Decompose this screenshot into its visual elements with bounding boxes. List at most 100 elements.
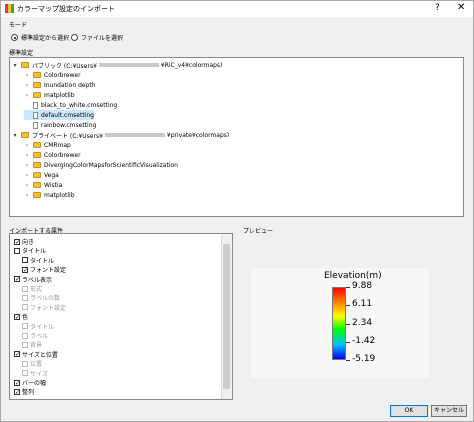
tree-item-label: CMRmap <box>44 141 71 149</box>
attribute-checkbox[interactable] <box>14 351 20 358</box>
chevron-down-icon[interactable]: ▾ <box>12 132 18 139</box>
tree-folder-item[interactable]: › Inundation depth <box>24 80 96 90</box>
tree-file-item[interactable]: default.cmsetting <box>24 110 94 120</box>
attribute-item[interactable]: ラベル表示 <box>14 275 52 284</box>
tree-item-label: Colorbrewer <box>44 71 81 79</box>
tree-folder-item[interactable]: › DivergingColorMapsforScientificVisualiz… <box>24 160 178 170</box>
tree-item-label: Wistia <box>44 181 63 189</box>
colorbar-tick <box>346 323 350 325</box>
tree-folder-item[interactable]: › matplotlib <box>24 190 75 200</box>
attribute-checkbox[interactable] <box>14 379 20 386</box>
radio-file-indicator[interactable] <box>71 34 78 41</box>
chevron-right-icon[interactable]: › <box>24 162 30 169</box>
tree-folder-item[interactable]: › matplotlib <box>24 90 75 100</box>
ok-button[interactable]: OK <box>390 405 428 417</box>
attribute-checkbox[interactable] <box>22 257 28 264</box>
folder-icon <box>21 62 29 68</box>
attribute-checkbox[interactable] <box>14 238 20 245</box>
attributes-list[interactable]: 向きタイトルタイトルフォント設定ラベル表示形式ラベルの数フォント設定色タイトルラ… <box>9 233 233 400</box>
attribute-item: 背景 <box>22 340 42 349</box>
tree-root-label: プライベート (C:¥Users¥ <box>32 132 103 140</box>
attribute-item[interactable]: バーの幅 <box>14 378 46 387</box>
chevron-right-icon[interactable]: › <box>24 92 30 99</box>
attribute-checkbox <box>22 370 28 377</box>
chevron-right-icon[interactable]: › <box>24 82 30 89</box>
tree-folder-item[interactable]: › Colorbrewer <box>24 150 81 160</box>
attribute-item: フォント設定 <box>22 303 66 312</box>
attribute-item[interactable]: 向き <box>14 237 34 246</box>
help-button[interactable]: ? <box>435 3 440 13</box>
colorbar-tick <box>346 287 350 288</box>
colorbar-tick <box>346 360 350 361</box>
attribute-item[interactable]: 色 <box>14 312 28 321</box>
attribute-label: ラベルの数 <box>30 295 61 303</box>
attribute-item[interactable]: 整列 <box>14 387 34 396</box>
attribute-item: タイトル <box>22 322 54 331</box>
attribute-checkbox <box>22 323 28 330</box>
tree-root-private[interactable]: ▾ プライベート (C:¥Users¥ ¥private¥colormaps) <box>12 130 229 140</box>
tree-root-label: パブリック (C:¥Users¥ <box>32 62 97 70</box>
close-button[interactable]: ✕ <box>457 2 465 13</box>
tree-folder-item[interactable]: › Colorbrewer <box>24 70 81 80</box>
attribute-item[interactable]: タイトル <box>22 256 54 265</box>
tree-item-label: Vega <box>44 171 59 179</box>
colorbar <box>332 287 346 360</box>
folder-icon <box>33 162 41 168</box>
attribute-label: サイズと位置 <box>22 351 58 359</box>
attribute-checkbox <box>22 285 28 292</box>
tree-item-label: matplotlib <box>44 91 75 99</box>
radio-file[interactable]: ファイルを選択 <box>71 33 123 42</box>
tree-folder-item[interactable]: › CMRmap <box>24 140 71 150</box>
attribute-checkbox <box>22 304 28 311</box>
chevron-down-icon[interactable]: ▾ <box>12 62 18 69</box>
redacted-username <box>104 133 165 137</box>
tree-file-item[interactable]: black_to_white.cmsetting <box>24 100 117 110</box>
chevron-right-icon[interactable]: › <box>24 72 30 79</box>
attribute-item[interactable]: フォント設定 <box>22 265 66 274</box>
tree-folder-item[interactable]: › Vega <box>24 170 59 180</box>
attribute-item[interactable]: タイトル <box>14 246 46 255</box>
attribute-item[interactable]: サイズと位置 <box>14 350 58 359</box>
colorbar-tick <box>346 305 350 307</box>
folder-icon <box>33 92 41 98</box>
attribute-label: タイトル <box>30 323 55 331</box>
tree-item-label: rainbow.cmsetting <box>41 121 97 129</box>
chevron-right-icon[interactable]: › <box>24 152 30 159</box>
attribute-label: ラベル表示 <box>22 276 53 284</box>
colorbar-tick-label: 9.88 <box>352 281 373 291</box>
folder-icon <box>33 172 41 178</box>
radio-standard-label: 標準設定から選択 <box>21 35 70 42</box>
tree-root-path: ¥private¥colormaps) <box>166 131 230 139</box>
legend-title: Elevation(m) <box>324 271 382 281</box>
colorbar-tick-label: 2.34 <box>352 317 373 328</box>
chevron-right-icon[interactable]: › <box>24 142 30 149</box>
attribute-checkbox[interactable] <box>14 276 20 283</box>
tree-root-public[interactable]: ▾ パブリック (C:¥Users¥ ¥RiC_v4¥colormaps) <box>12 60 222 70</box>
radio-standard[interactable]: 標準設定から選択 <box>11 33 69 42</box>
attribute-item: サイズ <box>22 369 48 378</box>
folder-icon <box>21 132 29 138</box>
colormap-tree[interactable]: ▾ パブリック (C:¥Users¥ ¥RiC_v4¥colormaps) › Colo… <box>9 57 464 217</box>
chevron-right-icon[interactable]: › <box>24 182 30 189</box>
attribute-label: サイズ <box>30 370 48 378</box>
tree-item-label: matplotlib <box>44 191 75 199</box>
chevron-right-icon[interactable]: › <box>24 172 30 179</box>
radio-standard-indicator[interactable] <box>11 34 18 41</box>
attribute-checkbox[interactable] <box>14 388 20 395</box>
attribute-label: タイトル <box>30 257 55 265</box>
tree-folder-item[interactable]: › Wistia <box>24 180 63 190</box>
attribute-checkbox[interactable] <box>14 313 20 320</box>
cancel-button[interactable]: キャンセル <box>431 405 467 417</box>
tree-root-path: ¥RiC_v4¥colormaps) <box>160 61 223 69</box>
tree-file-item[interactable]: rainbow.cmsetting <box>24 120 96 130</box>
tree-item-label: Inundation depth <box>44 81 96 89</box>
attribute-label: 向き <box>22 239 35 246</box>
chevron-right-icon[interactable]: › <box>24 192 30 199</box>
file-icon <box>33 121 38 129</box>
attribute-label: フォント設定 <box>30 304 67 312</box>
attributes-scroll-thumb[interactable] <box>223 244 230 389</box>
attribute-checkbox[interactable] <box>22 266 28 273</box>
tree-item-label: DivergingColorMapsforScientificVisualiza… <box>44 161 178 169</box>
attribute-checkbox[interactable] <box>14 247 20 254</box>
attribute-label: タイトル <box>22 248 47 256</box>
